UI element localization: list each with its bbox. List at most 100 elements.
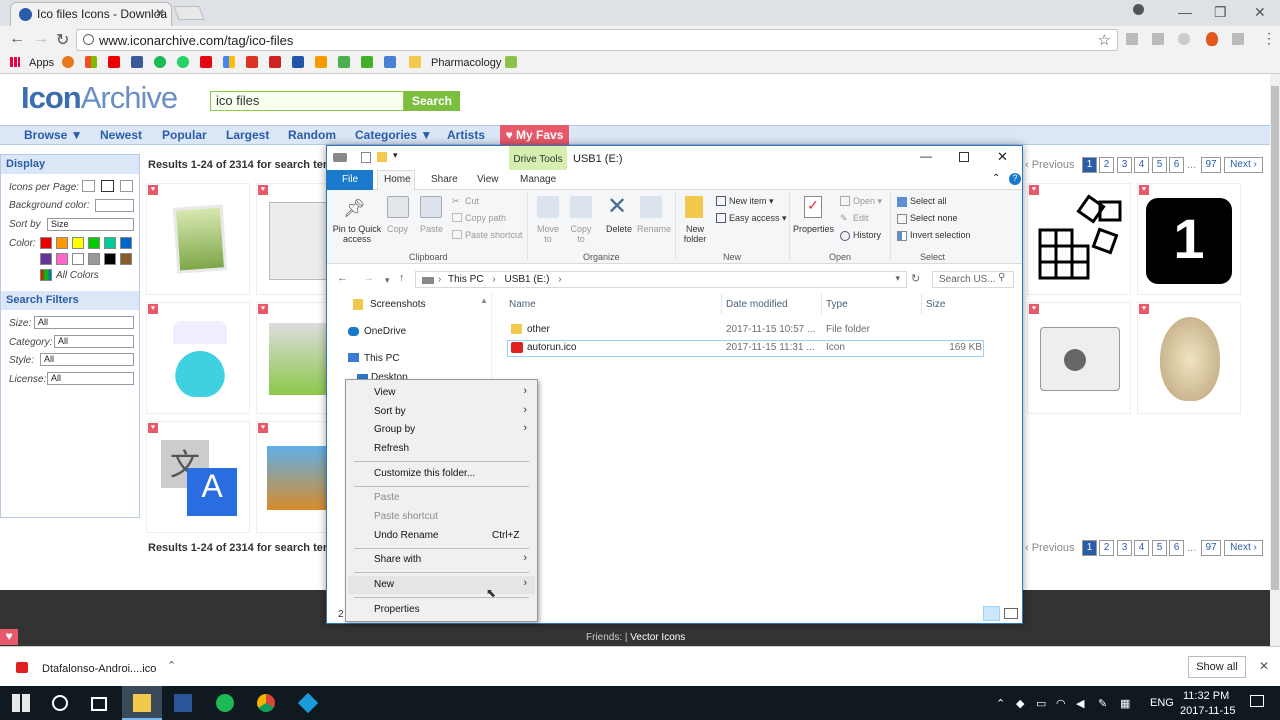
favorite-icon[interactable]: ♥ xyxy=(258,423,268,433)
menu-item-customize-folder[interactable]: Customize this folder... xyxy=(374,468,475,479)
wifi-icon[interactable]: ◠ xyxy=(1056,697,1066,710)
color-swatch[interactable] xyxy=(72,237,84,249)
rename-button[interactable]: Rename xyxy=(637,224,671,234)
color-swatch[interactable] xyxy=(104,237,116,249)
bookmark-icon[interactable] xyxy=(384,56,396,68)
favorite-icon[interactable]: ♥ xyxy=(258,304,268,314)
new-tab-button[interactable] xyxy=(173,6,205,20)
bookmark-icon[interactable] xyxy=(505,56,517,68)
license-filter-select[interactable]: All xyxy=(47,372,134,385)
previous-page-link-bottom[interactable]: ‹ Previous xyxy=(1025,542,1075,554)
tab-view[interactable]: View xyxy=(477,174,499,185)
properties-button[interactable]: Properties xyxy=(793,224,834,234)
delete-button[interactable]: Delete xyxy=(606,224,632,234)
bookmark-apps[interactable]: Apps xyxy=(29,57,54,69)
extension-icon[interactable] xyxy=(1152,33,1164,45)
refresh-icon[interactable]: ↻ xyxy=(911,272,920,285)
whatsapp-icon[interactable] xyxy=(177,56,189,68)
new-folder-qat-icon[interactable] xyxy=(377,152,387,162)
bookmark-pharmacology[interactable]: Pharmacology xyxy=(431,57,501,69)
download-menu-chevron-icon[interactable]: ⌃ xyxy=(167,659,176,672)
large-icons-view-icon[interactable] xyxy=(1004,608,1018,619)
paste-shortcut-button[interactable]: Paste shortcut xyxy=(465,230,523,240)
properties-qat-icon[interactable] xyxy=(361,152,371,163)
close-download-bar-icon[interactable]: ✕ xyxy=(1259,659,1269,673)
bookmark-icon[interactable] xyxy=(62,56,74,68)
page-2-bottom[interactable]: 2 xyxy=(1099,540,1114,556)
task-view-icon[interactable] xyxy=(91,697,107,711)
bookmark-icon[interactable] xyxy=(223,56,235,68)
language-indicator[interactable]: ENG xyxy=(1150,697,1174,709)
select-all-button[interactable]: Select all xyxy=(910,196,947,206)
all-colors-link[interactable]: All Colors xyxy=(56,270,99,281)
extension-icon[interactable] xyxy=(1178,33,1190,45)
breadcrumb-this-pc[interactable]: This PC xyxy=(448,274,484,285)
close-window-icon[interactable]: ✕ xyxy=(1254,4,1266,21)
maximize-icon[interactable]: ❐ xyxy=(1214,4,1227,21)
nav-categories[interactable]: Categories ▼ xyxy=(355,128,432,142)
breadcrumb-usb1[interactable]: USB1 (E:) xyxy=(504,274,549,285)
copy-path-button[interactable]: Copy path xyxy=(465,213,506,223)
icon-thumbnail[interactable] xyxy=(256,421,328,533)
nav-newest[interactable]: Newest xyxy=(100,128,142,142)
favorite-icon[interactable]: ♥ xyxy=(148,423,158,433)
tab-manage[interactable]: Manage xyxy=(520,174,556,185)
browser-tab[interactable]: Ico files Icons - Downloa ✕ xyxy=(10,2,172,26)
color-swatch[interactable] xyxy=(120,253,132,265)
nav-onedrive[interactable]: OneDrive xyxy=(364,326,406,337)
youtube-icon[interactable] xyxy=(108,56,120,68)
collapse-ribbon-icon[interactable]: ⌃ xyxy=(992,173,1000,184)
pen-icon[interactable]: ✎ xyxy=(1098,697,1107,710)
icon-thumbnail[interactable] xyxy=(1027,302,1131,414)
menu-item-paste-shortcut[interactable]: Paste shortcut xyxy=(374,511,438,522)
microsoft-icon[interactable] xyxy=(85,56,97,68)
cortana-icon[interactable] xyxy=(52,695,68,711)
bookmark-icon[interactable] xyxy=(315,56,327,68)
site-search-input[interactable]: ico files xyxy=(210,91,404,111)
color-swatch[interactable] xyxy=(88,253,100,265)
keyboard-icon[interactable]: ▦ xyxy=(1120,697,1130,710)
icon-thumbnail[interactable] xyxy=(1137,302,1241,414)
bookmark-icon[interactable] xyxy=(246,56,258,68)
paste-button[interactable]: Paste xyxy=(420,224,443,234)
nav-this-pc[interactable]: This PC xyxy=(364,353,400,364)
page-1[interactable]: 1 xyxy=(1082,157,1097,173)
tab-share[interactable]: Share xyxy=(431,174,458,185)
explorer-minimize-icon[interactable]: — xyxy=(920,149,932,163)
show-all-downloads-button[interactable]: Show all xyxy=(1188,656,1246,678)
bookmark-star-icon[interactable]: ☆ xyxy=(1098,31,1111,49)
forward-icon[interactable]: → xyxy=(33,30,49,48)
next-page-link-bottom[interactable]: Next › xyxy=(1224,540,1263,556)
pin-to-quick-access-button[interactable]: Pin to Quick access xyxy=(331,224,383,244)
menu-item-group-by[interactable]: Group by xyxy=(374,424,415,435)
menu-item-new[interactable]: New xyxy=(374,579,394,590)
dropbox-icon[interactable]: ◆ xyxy=(1016,697,1024,710)
size-filter-select[interactable]: All xyxy=(34,316,134,329)
category-filter-select[interactable]: All xyxy=(54,335,134,348)
details-view-icon[interactable] xyxy=(983,606,1000,621)
menu-item-properties[interactable]: Properties xyxy=(374,604,420,615)
menu-item-sort-by[interactable]: Sort by xyxy=(374,406,406,417)
site-search-button[interactable]: Search xyxy=(404,91,460,111)
bookmark-icon[interactable] xyxy=(292,56,304,68)
background-color-select[interactable] xyxy=(95,199,134,212)
facebook-icon[interactable] xyxy=(131,56,143,68)
favorite-icon[interactable]: ♥ xyxy=(258,185,268,195)
qat-dropdown-icon[interactable]: ▾ xyxy=(393,150,398,161)
favorite-icon[interactable]: ♥ xyxy=(1029,185,1039,195)
column-name[interactable]: Name xyxy=(509,299,536,310)
invert-selection-button[interactable]: Invert selection xyxy=(910,230,971,240)
recent-locations-icon[interactable]: ▾ xyxy=(385,275,390,286)
favorite-icon[interactable]: ♥ xyxy=(1139,185,1149,195)
nav-screenshots[interactable]: Screenshots xyxy=(370,299,426,310)
menu-item-view[interactable]: View xyxy=(374,387,396,398)
icon-thumbnail[interactable] xyxy=(146,183,250,295)
favorite-icon[interactable]: ♥ xyxy=(1029,304,1039,314)
edit-button[interactable]: Edit xyxy=(853,213,869,223)
all-colors-icon[interactable] xyxy=(40,269,52,281)
back-icon[interactable]: ← xyxy=(9,30,25,48)
bookmark-icon[interactable] xyxy=(338,56,350,68)
previous-page-link[interactable]: ‹ Previous xyxy=(1025,159,1075,171)
scroll-up-icon[interactable]: ▲ xyxy=(480,296,490,306)
page-5-bottom[interactable]: 5 xyxy=(1152,540,1167,556)
